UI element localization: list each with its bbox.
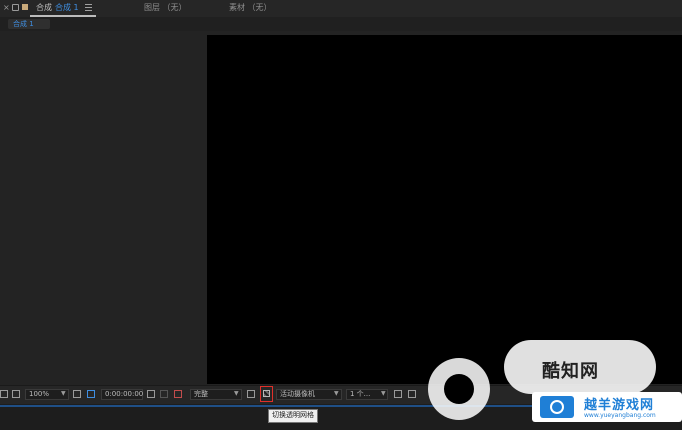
lock-icon[interactable]: [12, 4, 19, 11]
camera-dropdown[interactable]: 活动摄像机: [276, 389, 342, 400]
close-icon[interactable]: ×: [3, 3, 10, 13]
chevron-down-icon: ▼: [334, 390, 339, 397]
chevron-down-icon: ▼: [381, 390, 386, 397]
timecode-field[interactable]: 0:00:00:00: [101, 389, 143, 400]
chevron-down-icon: ▼: [234, 390, 239, 397]
monitor-icon[interactable]: [12, 390, 20, 398]
breadcrumb[interactable]: 合成 1: [8, 19, 50, 29]
mask-visibility-icon[interactable]: [87, 390, 95, 398]
watermark-url: www.yueyangbang.com: [584, 412, 656, 419]
tooltip: 切换透明网格: [268, 409, 318, 423]
composition-canvas[interactable]: [207, 35, 682, 384]
watermark-text: 酷知网: [542, 361, 599, 382]
camera-snapshot-icon[interactable]: [147, 390, 155, 398]
tab-layer[interactable]: 图层 （无）: [144, 3, 187, 13]
composition-icon: [22, 4, 28, 10]
watermark-secondary-text: 越羊游戏网: [584, 398, 655, 413]
panel-menu-icon[interactable]: [85, 2, 92, 13]
panel-tab-bar: [0, 0, 682, 17]
watermark-icon-ring: [550, 400, 564, 414]
show-snapshot-icon[interactable]: [160, 390, 168, 398]
breadcrumb-bar: [0, 17, 682, 31]
tab-composition-name[interactable]: 合成 1: [55, 3, 79, 13]
color-channels-icon[interactable]: [174, 390, 182, 398]
magnify-icon[interactable]: [0, 390, 8, 398]
watermark-logo-center: [444, 374, 474, 404]
tab-composition-prefix[interactable]: 合成: [36, 3, 52, 13]
region-of-interest-icon[interactable]: [247, 390, 255, 398]
fast-previews-icon[interactable]: [408, 390, 416, 398]
safe-zones-icon[interactable]: [73, 390, 81, 398]
toggle-pixel-aspect-icon[interactable]: [394, 390, 402, 398]
chevron-down-icon: ▼: [61, 390, 66, 397]
tab-footage[interactable]: 素材 （无）: [229, 3, 272, 13]
transparency-grid-icon: [263, 390, 270, 397]
